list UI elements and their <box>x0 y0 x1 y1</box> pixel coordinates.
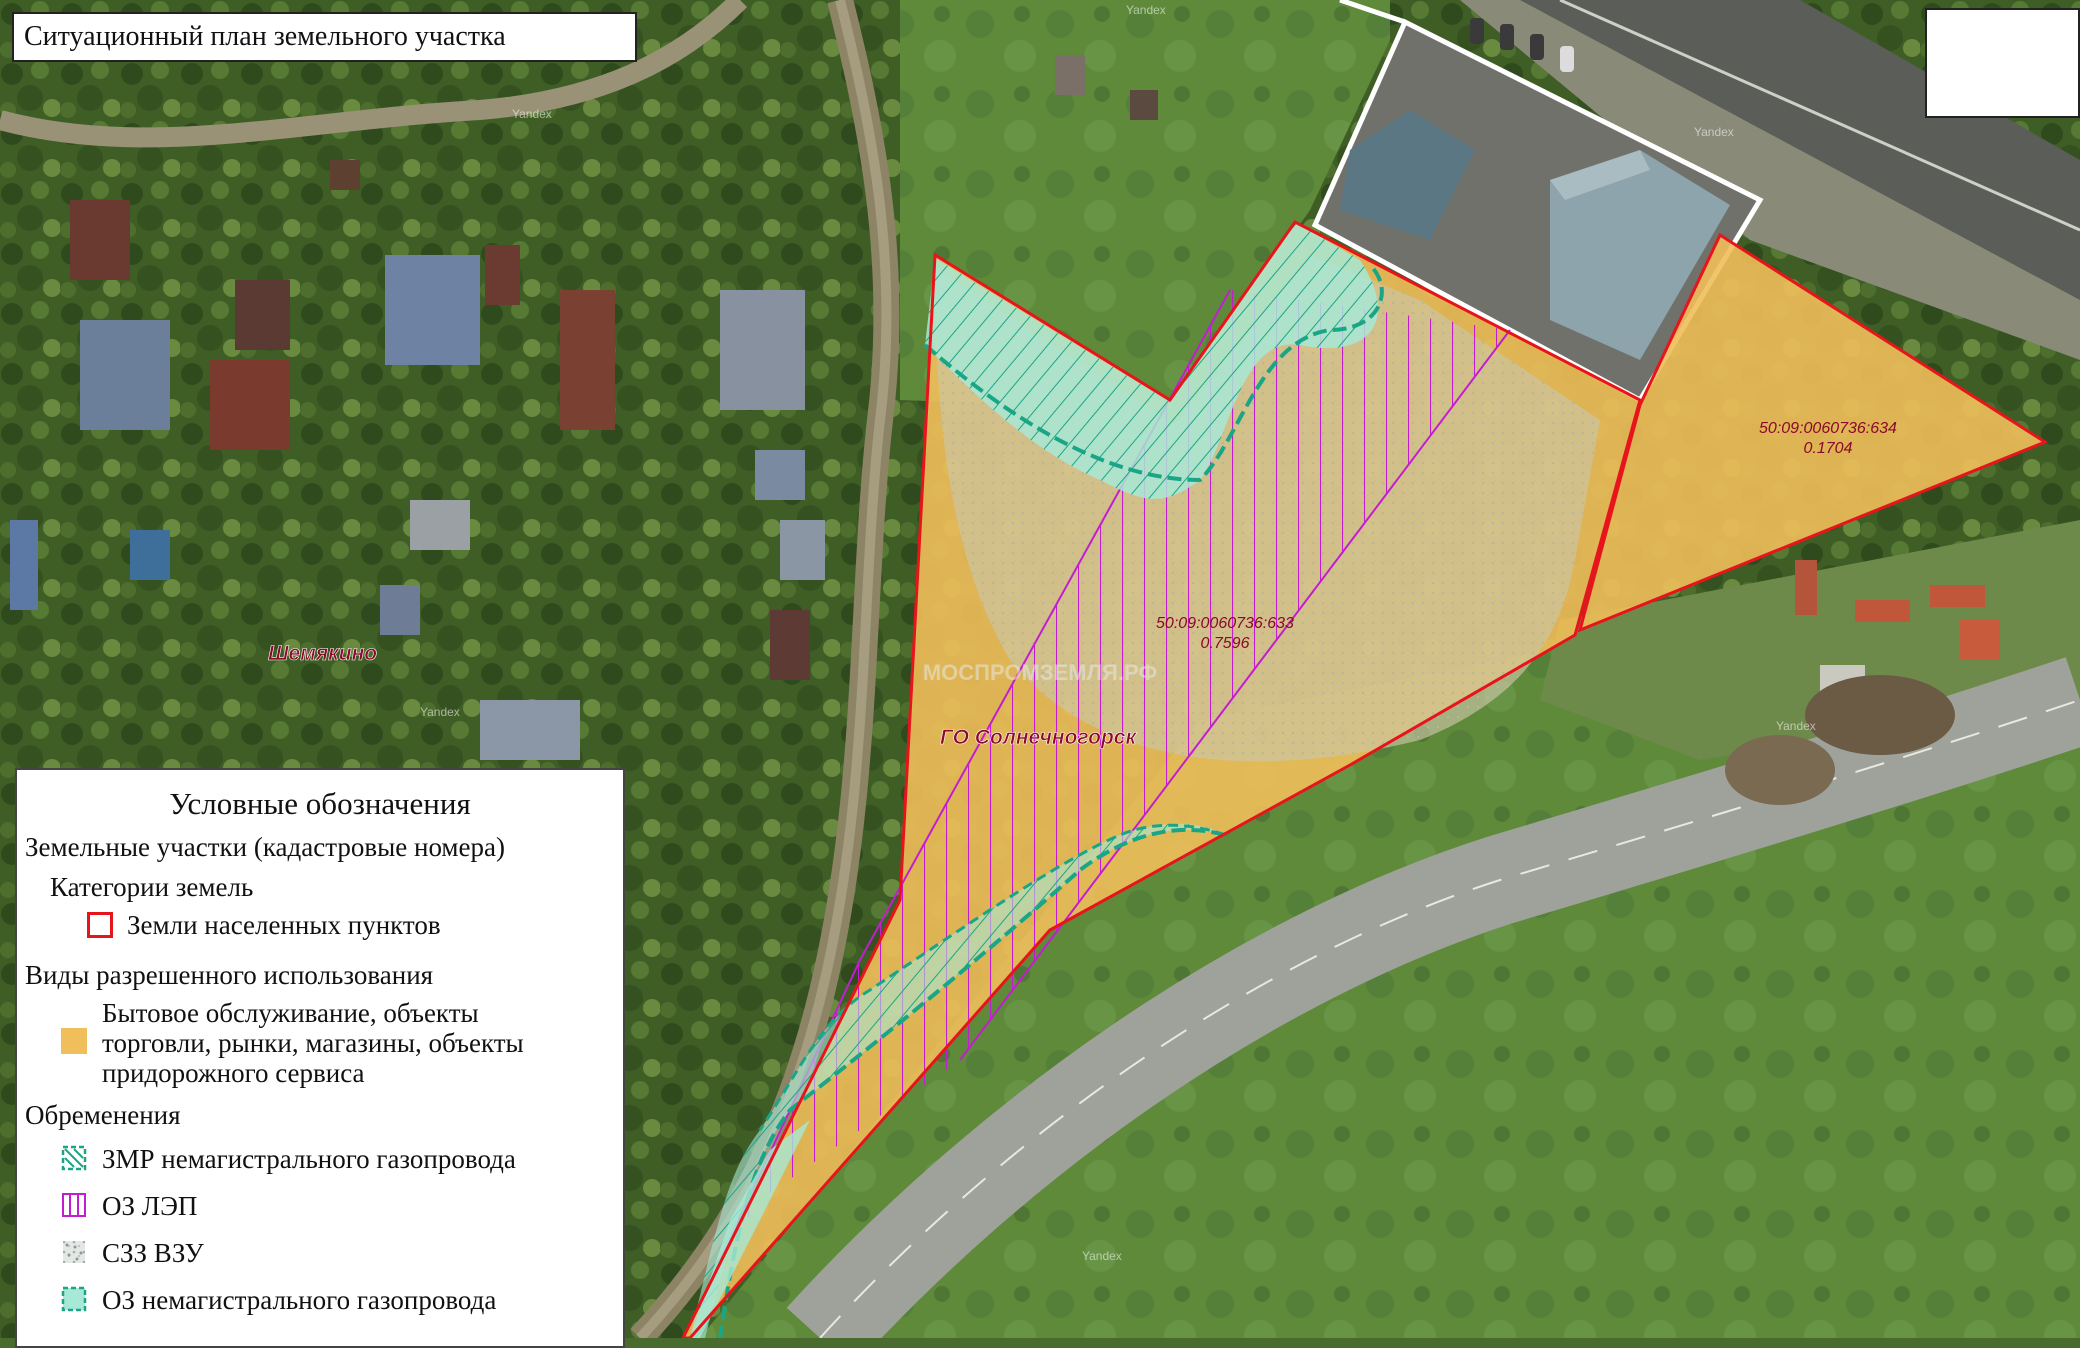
permitted-use-swatch-icon <box>61 1028 87 1054</box>
place-label-shemyakino: Шемякино <box>268 642 377 665</box>
district-label: ГО Солнечногорск <box>940 726 1137 749</box>
legend-section-uses: Виды разрешенного использования <box>25 960 434 990</box>
legend-use-line2: торговли, рынки, магазины, объекты <box>102 1028 524 1058</box>
yandex-mark-2: Yandex <box>1694 125 1734 139</box>
legend-section-parcels: Земельные участки (кадастровые номера) <box>25 832 505 862</box>
yandex-mark-4: Yandex <box>1082 1249 1122 1263</box>
parcel-633-area: 0.7596 <box>1201 635 1250 652</box>
legend-enc-gas-oz: ОЗ немагистрального газопровода <box>102 1285 497 1315</box>
gas-protection-swatch-icon <box>61 1286 87 1312</box>
legend-enc-power: ОЗ ЛЭП <box>102 1191 198 1221</box>
legend-use-line1: Бытовое обслуживание, объекты <box>102 998 479 1028</box>
legend-category-settlements: Земли населенных пунктов <box>127 910 441 940</box>
gas-zmr-swatch-icon <box>61 1145 87 1171</box>
map-title: Ситуационный план земельного участка <box>12 12 637 62</box>
yandex-mark-6: Yandex <box>1126 3 1166 17</box>
legend-enc-water: СЗЗ ВЗУ <box>102 1238 204 1268</box>
parcel-634-cadastral: 50:09:0060736:634 <box>1759 420 1897 437</box>
parcel-633-cadastral: 50:09:0060736:633 <box>1156 615 1294 632</box>
legend-panel: Условные обозначения Земельные участки (… <box>15 768 625 1348</box>
yandex-mark-5: Yandex <box>420 705 460 719</box>
power-line-swatch-icon <box>62 1193 86 1217</box>
settlement-land-swatch-icon <box>87 912 113 938</box>
watermark: МОСПРОМЗЕМЛЯ.РФ <box>923 660 1157 685</box>
yandex-mark-3: Yandex <box>1776 719 1816 733</box>
parcel-634-area: 0.1704 <box>1804 440 1853 457</box>
water-zone-swatch-icon <box>63 1241 85 1263</box>
corner-box <box>1925 8 2080 118</box>
yandex-mark-1: Yandex <box>512 107 552 121</box>
legend-title: Условные обозначения <box>169 786 471 821</box>
legend-subsection-categories: Категории земель <box>50 872 254 902</box>
legend-section-encumbrances: Обременения <box>25 1100 181 1130</box>
legend-enc-gas-zmr: ЗМР немагистрального газопровода <box>102 1144 516 1174</box>
legend-use-line3: придорожного сервиса <box>102 1058 365 1088</box>
